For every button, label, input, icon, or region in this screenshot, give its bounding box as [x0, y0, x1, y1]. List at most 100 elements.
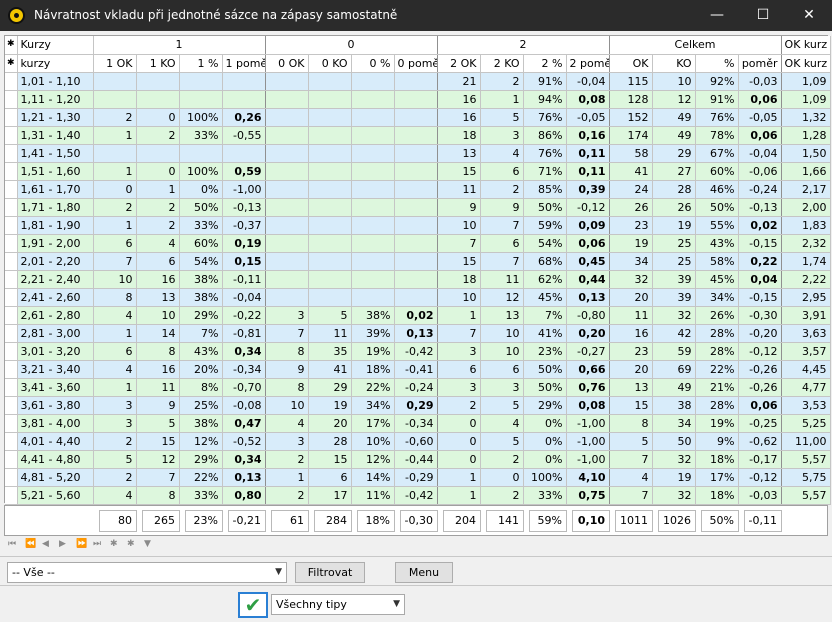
table-cell[interactable]: 1,81 - 1,90	[17, 216, 94, 235]
table-cell[interactable]: 26%	[695, 306, 739, 325]
table-cell[interactable]	[308, 72, 352, 91]
table-cell[interactable]: 2	[480, 72, 524, 91]
table-cell[interactable]: 13	[437, 144, 481, 163]
table-cell[interactable]: 128	[609, 90, 653, 109]
table-cell[interactable]: 5	[609, 432, 653, 451]
table-cell[interactable]	[308, 216, 352, 235]
row-indicator[interactable]	[5, 72, 18, 91]
table-cell[interactable]	[265, 162, 309, 181]
table-cell[interactable]: -0,34	[222, 360, 266, 379]
table-cell[interactable]: 100%	[523, 468, 567, 487]
table-cell[interactable]: 0,59	[222, 162, 266, 181]
table-cell[interactable]: 0,47	[222, 414, 266, 433]
table-cell[interactable]	[351, 126, 395, 145]
table-cell[interactable]: 12	[136, 450, 180, 469]
table-cell[interactable]: 16	[437, 90, 481, 109]
table-cell[interactable]: -0,04	[738, 144, 782, 163]
table-cell[interactable]: 1	[93, 162, 137, 181]
table-cell[interactable]: 0	[437, 450, 481, 469]
table-cell[interactable]: 9	[480, 198, 524, 217]
table-cell[interactable]	[351, 72, 395, 91]
table-cell[interactable]: 29%	[179, 306, 223, 325]
table-cell[interactable]	[93, 72, 137, 91]
table-cell[interactable]: 1	[437, 306, 481, 325]
table-cell[interactable]: -0,04	[566, 72, 610, 91]
row-indicator[interactable]	[5, 180, 18, 199]
table-cell[interactable]: 29	[652, 144, 696, 163]
table-cell[interactable]: 2,01 - 2,20	[17, 252, 94, 271]
row-indicator[interactable]	[5, 288, 18, 307]
table-cell[interactable]: 0	[93, 180, 137, 199]
table-cell[interactable]: 7	[609, 450, 653, 469]
table-cell[interactable]: 2	[265, 450, 309, 469]
table-cell[interactable]: 152	[609, 108, 653, 127]
table-cell[interactable]: 7	[480, 252, 524, 271]
row-indicator[interactable]	[5, 216, 18, 235]
table-cell[interactable]: 12%	[179, 432, 223, 451]
table-cell[interactable]	[351, 162, 395, 181]
table-cell[interactable]: 10	[265, 396, 309, 415]
table-cell[interactable]: 33%	[523, 486, 567, 505]
table-cell[interactable]: 2	[480, 180, 524, 199]
table-cell[interactable]: -0,29	[394, 468, 438, 487]
table-cell[interactable]	[351, 108, 395, 127]
table-cell[interactable]	[394, 252, 438, 271]
table-cell[interactable]: 13	[136, 288, 180, 307]
table-cell[interactable]: 10	[437, 216, 481, 235]
table-cell[interactable]	[351, 180, 395, 199]
table-cell[interactable]: 29	[308, 378, 352, 397]
table-cell[interactable]: 0,44	[566, 270, 610, 289]
table-cell[interactable]: 76%	[523, 144, 567, 163]
table-cell[interactable]: 3,57	[781, 342, 831, 361]
table-cell[interactable]: 11	[136, 378, 180, 397]
table-cell[interactable]: 1,50	[781, 144, 831, 163]
table-cell[interactable]: 0,22	[738, 252, 782, 271]
table-cell[interactable]: 1	[265, 468, 309, 487]
table-cell[interactable]: 1,91 - 2,00	[17, 234, 94, 253]
column-header-8[interactable]: 0 poměr	[394, 54, 438, 73]
table-cell[interactable]: 11	[437, 180, 481, 199]
table-cell[interactable]: -0,15	[738, 234, 782, 253]
table-cell[interactable]: 8	[265, 378, 309, 397]
table-cell[interactable]: 39	[652, 288, 696, 307]
table-cell[interactable]: 4	[480, 144, 524, 163]
tips-select[interactable]: Všechny tipy ▼	[271, 594, 405, 615]
table-cell[interactable]: 18	[437, 126, 481, 145]
table-cell[interactable]	[394, 126, 438, 145]
column-header-6[interactable]: 0 KO	[308, 54, 352, 73]
table-cell[interactable]: 0,80	[222, 486, 266, 505]
table-cell[interactable]: 5	[136, 414, 180, 433]
group-header-5[interactable]: OK kurz	[781, 36, 831, 55]
table-cell[interactable]: 69	[652, 360, 696, 379]
table-cell[interactable]	[265, 288, 309, 307]
table-cell[interactable]: 54%	[523, 234, 567, 253]
table-cell[interactable]	[308, 252, 352, 271]
table-cell[interactable]: 4	[93, 486, 137, 505]
table-cell[interactable]: 25	[652, 234, 696, 253]
table-cell[interactable]: 3,01 - 3,20	[17, 342, 94, 361]
table-cell[interactable]: 9	[136, 396, 180, 415]
table-cell[interactable]	[394, 108, 438, 127]
table-cell[interactable]: 0,34	[222, 450, 266, 469]
table-cell[interactable]	[265, 108, 309, 127]
table-row[interactable]: 1,01 - 1,10 21 2 91% -0,04 115 10 92% -0,03 1,09	[5, 72, 831, 91]
table-cell[interactable]: 22%	[351, 378, 395, 397]
table-cell[interactable]: 2	[93, 198, 137, 217]
table-cell[interactable]: -0,42	[394, 486, 438, 505]
table-cell[interactable]: 3,41 - 3,60	[17, 378, 94, 397]
table-cell[interactable]: 4	[136, 234, 180, 253]
column-header-12[interactable]: 2 poměr	[566, 54, 610, 73]
table-cell[interactable]: 4	[609, 468, 653, 487]
table-cell[interactable]: -0,62	[738, 432, 782, 451]
table-cell[interactable]: 0	[437, 432, 481, 451]
table-cell[interactable]: 1	[437, 486, 481, 505]
table-cell[interactable]: 22%	[695, 360, 739, 379]
table-cell[interactable]: 3	[437, 342, 481, 361]
table-cell[interactable]	[308, 90, 352, 109]
table-cell[interactable]: -0,05	[566, 108, 610, 127]
table-cell[interactable]: -0,06	[738, 162, 782, 181]
table-cell[interactable]: 2	[93, 432, 137, 451]
table-cell[interactable]: 32	[652, 306, 696, 325]
table-cell[interactable]: -0,13	[738, 198, 782, 217]
table-cell[interactable]: 6	[136, 252, 180, 271]
